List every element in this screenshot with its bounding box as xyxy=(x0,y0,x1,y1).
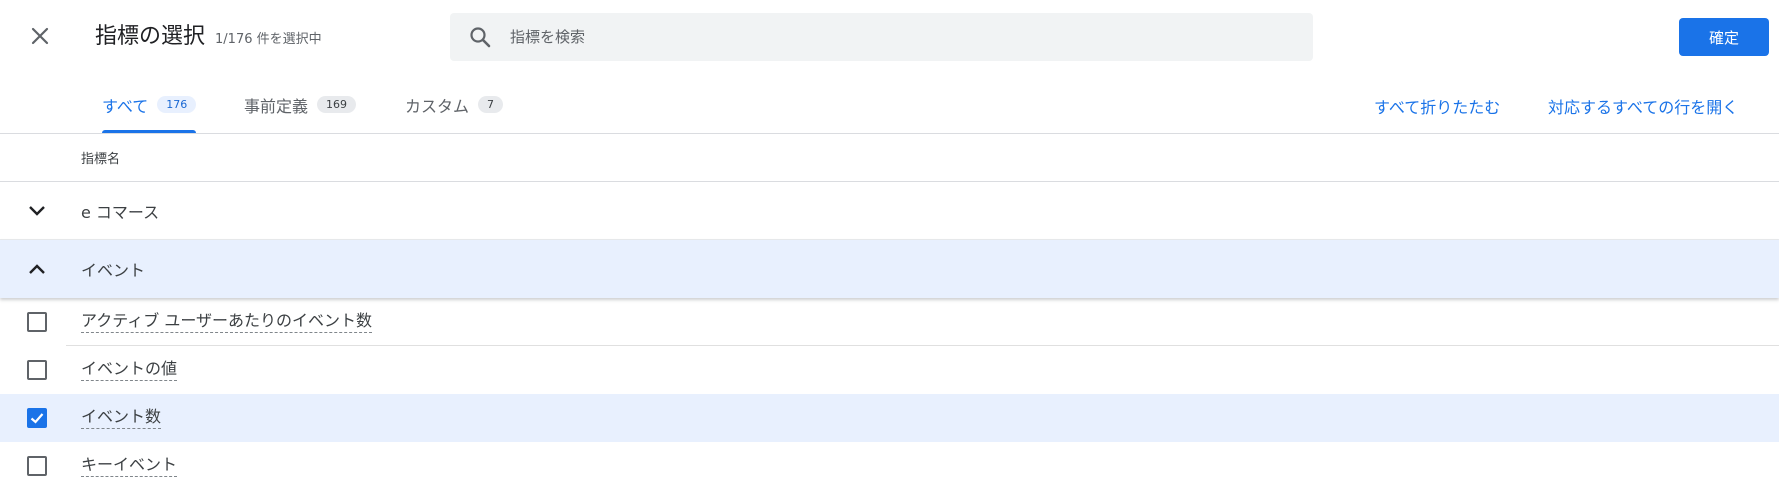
tabs-bar: すべて 176 事前定義 169 カスタム 7 すべて折りたたむ 対応するすべて… xyxy=(0,72,1779,134)
group-label: イベント xyxy=(81,261,146,280)
chevron-down-icon[interactable] xyxy=(22,196,52,226)
list-item: イベントの値 xyxy=(0,346,1779,394)
selection-count: 1/176 件を選択中 xyxy=(215,32,322,47)
tab-custom[interactable]: カスタム 7 xyxy=(405,72,504,133)
tab-label: すべて xyxy=(102,96,149,116)
group-row-event[interactable]: イベント xyxy=(0,240,1779,298)
title-group: 指標の選択 1/176 件を選択中 xyxy=(95,18,322,50)
tab-count-badge: 169 xyxy=(317,96,357,113)
close-button[interactable] xyxy=(22,18,58,54)
checkbox-checked[interactable] xyxy=(27,408,47,428)
list-item: イベント数 xyxy=(0,394,1779,442)
checkbox[interactable] xyxy=(27,456,47,476)
tab-label: カスタム xyxy=(405,96,470,116)
tab-count-badge: 7 xyxy=(478,96,504,113)
group-label: e コマース xyxy=(81,202,160,222)
page-title: 指標の選択 xyxy=(95,24,206,49)
tab-all[interactable]: すべて 176 xyxy=(102,72,197,133)
search-icon xyxy=(450,25,510,49)
expand-all-link[interactable]: 対応するすべての行を開く xyxy=(1548,90,1738,118)
search-bar[interactable] xyxy=(450,13,1313,61)
search-input[interactable] xyxy=(510,13,1313,61)
metric-label[interactable]: イベントの値 xyxy=(81,359,178,381)
check-icon xyxy=(30,413,44,424)
close-icon xyxy=(31,27,49,45)
chevron-up-icon[interactable] xyxy=(22,254,52,284)
checkbox[interactable] xyxy=(27,360,47,380)
checkbox[interactable] xyxy=(27,312,47,332)
confirm-button[interactable]: 確定 xyxy=(1679,18,1769,56)
list-item: キーイベント xyxy=(0,442,1779,482)
tab-label: 事前定義 xyxy=(244,96,309,116)
metric-label[interactable]: イベント数 xyxy=(81,407,162,429)
collapse-all-link[interactable]: すべて折りたたむ xyxy=(1374,90,1500,118)
metric-label[interactable]: キーイベント xyxy=(81,455,178,477)
tab-count-badge: 176 xyxy=(157,96,197,113)
list-item: アクティブ ユーザーあたりのイベント数 xyxy=(0,298,1779,346)
group-row-ecommerce[interactable]: e コマース xyxy=(0,182,1779,240)
column-header-metric-name: 指標名 xyxy=(0,134,1779,182)
tab-predefined[interactable]: 事前定義 169 xyxy=(244,72,357,133)
metric-label[interactable]: アクティブ ユーザーあたりのイベント数 xyxy=(81,311,373,333)
dialog-header: 指標の選択 1/176 件を選択中 確定 xyxy=(0,0,1779,72)
